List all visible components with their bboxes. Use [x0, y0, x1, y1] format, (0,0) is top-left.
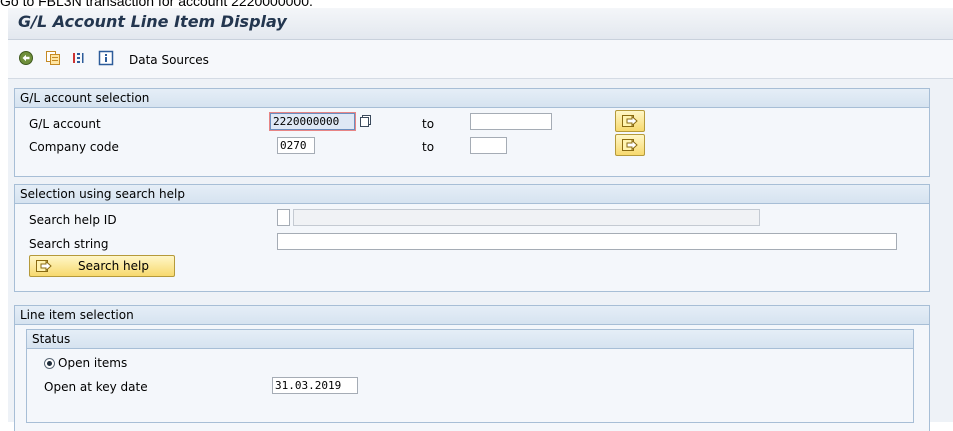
line-item-selection-title: Line item selection	[15, 306, 929, 325]
gl-account-selection-group: G/L account selection G/L account 222000…	[14, 88, 930, 177]
search-help-selection-title: Selection using search help	[15, 185, 929, 204]
search-string-label: Search string	[29, 237, 109, 251]
status-group: Status Open items Open at key date 31.03…	[26, 329, 914, 423]
radio-selected-dot	[47, 361, 52, 366]
company-code-multiple-selection-button[interactable]	[615, 134, 645, 156]
caption-text: Go to FBL3N transaction for account 2220…	[0, 0, 313, 9]
gl-account-multiple-selection-button[interactable]	[615, 110, 645, 132]
title-bar: G/L Account Line Item Display	[8, 8, 953, 40]
company-code-from-input[interactable]: 0270	[277, 137, 315, 154]
list-icon[interactable]	[70, 49, 88, 67]
open-at-key-date-label: Open at key date	[44, 380, 148, 394]
sap-screen: G/L Account Line Item Display Data Sourc…	[8, 8, 953, 431]
data-sources-button[interactable]: Data Sources	[129, 53, 209, 67]
gl-account-selection-title: G/L account selection	[15, 89, 929, 108]
status-title: Status	[27, 330, 913, 349]
company-code-to-label: to	[422, 140, 435, 154]
search-help-id-input[interactable]	[277, 209, 290, 226]
page-title: G/L Account Line Item Display	[18, 12, 287, 31]
info-icon[interactable]	[97, 49, 115, 67]
line-item-selection-group: Line item selection Status Open items Op…	[14, 305, 930, 431]
search-help-selection-group: Selection using search help Search help …	[14, 184, 930, 292]
open-at-key-date-input[interactable]: 31.03.2019	[272, 377, 358, 394]
gl-account-to-label: to	[422, 117, 435, 131]
open-items-label[interactable]: Open items	[58, 356, 127, 370]
company-code-label: Company code	[29, 140, 119, 154]
arrow-right-icon	[622, 115, 638, 127]
gl-account-from-input[interactable]: 2220000000	[270, 113, 355, 130]
search-help-button[interactable]: Search help	[29, 255, 175, 277]
search-help-id-description	[293, 209, 760, 226]
open-items-radio[interactable]	[44, 358, 55, 369]
application-toolbar: Data Sources	[8, 40, 953, 79]
execute-icon[interactable]	[17, 49, 35, 67]
company-code-to-input[interactable]	[470, 137, 507, 154]
gl-account-label: G/L account	[29, 117, 101, 131]
gl-account-to-input[interactable]	[470, 113, 552, 130]
search-help-id-label: Search help ID	[29, 213, 117, 227]
arrow-right-icon	[622, 139, 638, 151]
arrow-right-icon	[35, 258, 53, 277]
search-string-input[interactable]	[277, 233, 897, 250]
search-help-button-label: Search help	[78, 259, 149, 273]
copy-icon[interactable]	[44, 49, 62, 67]
multiple-selection-icon[interactable]	[359, 114, 373, 131]
